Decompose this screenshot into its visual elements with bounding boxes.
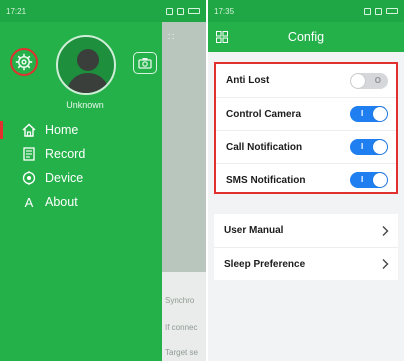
record-icon <box>20 145 38 163</box>
call-notification-toggle[interactable]: I <box>350 139 388 155</box>
setting-label: Anti Lost <box>226 75 270 86</box>
wifi-icon <box>375 7 382 15</box>
status-bar: 17:35 <box>208 0 404 22</box>
setting-label: SMS Notification <box>226 174 306 186</box>
status-bar: 17:21 <box>0 0 206 22</box>
setting-row-sms-notification: SMS Notification I <box>216 163 396 196</box>
toggle-knob <box>351 73 365 88</box>
left-screen: 17:21 Unknown Home Record Device A About… <box>0 0 206 361</box>
home-icon <box>20 121 38 139</box>
toggle-mark: O <box>374 75 381 85</box>
toggle-mark: I <box>361 142 364 151</box>
bluetooth-icon <box>166 7 173 15</box>
link-label: Sleep Preference <box>224 258 306 270</box>
gear-icon <box>15 53 33 71</box>
grid-icon: ∷ <box>168 32 175 43</box>
menu-item-label: About <box>45 195 78 209</box>
setting-row-call-notification: Call Notification I <box>216 130 396 163</box>
camera-icon <box>138 58 152 69</box>
username-label: Unknown <box>66 100 104 110</box>
device-icon <box>20 169 38 187</box>
menu-item-label: Record <box>45 147 86 161</box>
chevron-right-icon <box>382 225 389 236</box>
background-text-line: If connec <box>165 323 198 332</box>
user-manual-link[interactable]: User Manual <box>214 214 398 247</box>
setting-row-control-camera: Control Camera I <box>216 97 396 130</box>
camera-button[interactable] <box>133 52 157 74</box>
menu-item-device[interactable]: Device <box>0 166 162 190</box>
settings-button[interactable] <box>10 48 38 76</box>
user-silhouette-icon <box>66 49 110 93</box>
background-text-line: Target se <box>165 348 198 357</box>
menu-item-about[interactable]: A About <box>0 190 162 214</box>
menu-item-record[interactable]: Record <box>0 142 162 166</box>
links-card: User Manual Sleep Preference <box>214 214 398 280</box>
navigation-drawer: Unknown Home Record Device A About <box>0 22 162 361</box>
screenshot-stage: 17:21 Unknown Home Record Device A About… <box>0 0 404 361</box>
menu-item-label: Home <box>45 123 79 137</box>
toggle-knob <box>373 107 387 121</box>
anti-lost-toggle[interactable]: O <box>350 72 388 89</box>
toggle-mark: I <box>361 109 364 118</box>
bluetooth-icon <box>364 7 371 15</box>
battery-icon <box>188 8 200 14</box>
page-title: Config <box>287 30 325 44</box>
toggle-knob <box>373 173 387 187</box>
background-header: ∷ <box>162 22 206 272</box>
setting-label: Call Notification <box>226 141 303 153</box>
chevron-right-icon <box>382 259 389 269</box>
app-bar: Config <box>208 22 404 52</box>
setting-row-anti-lost: Anti Lost O <box>216 64 396 97</box>
status-icons <box>166 7 200 15</box>
drawer-menu: Home Record Device A About <box>0 118 162 214</box>
about-letter-icon: A <box>24 194 34 210</box>
setting-label: Control Camera <box>226 108 302 120</box>
toggle-knob <box>373 140 387 154</box>
menu-item-label: Device <box>45 171 84 185</box>
control-camera-toggle[interactable]: I <box>350 106 388 122</box>
link-label: User Manual <box>224 225 284 236</box>
status-time: 17:21 <box>6 6 27 16</box>
sms-notification-toggle[interactable]: I <box>350 172 388 188</box>
background-content: ∷ Synchro If connec Target se <box>162 22 206 361</box>
right-screen: 17:35 Config Anti Lost O Control Camera … <box>208 0 404 361</box>
background-text-line: Synchro <box>165 296 195 305</box>
status-icons <box>364 7 398 15</box>
toggle-mark: I <box>361 175 364 184</box>
menu-item-home[interactable]: Home <box>0 118 162 142</box>
notification-settings-card: Anti Lost O Control Camera I Call Notifi… <box>214 62 398 194</box>
sleep-preference-link[interactable]: Sleep Preference <box>214 247 398 280</box>
avatar[interactable] <box>56 35 116 95</box>
grid-menu-icon[interactable] <box>216 31 228 43</box>
status-time: 17:35 <box>214 6 235 16</box>
battery-icon <box>386 8 398 14</box>
wifi-icon <box>177 7 184 15</box>
